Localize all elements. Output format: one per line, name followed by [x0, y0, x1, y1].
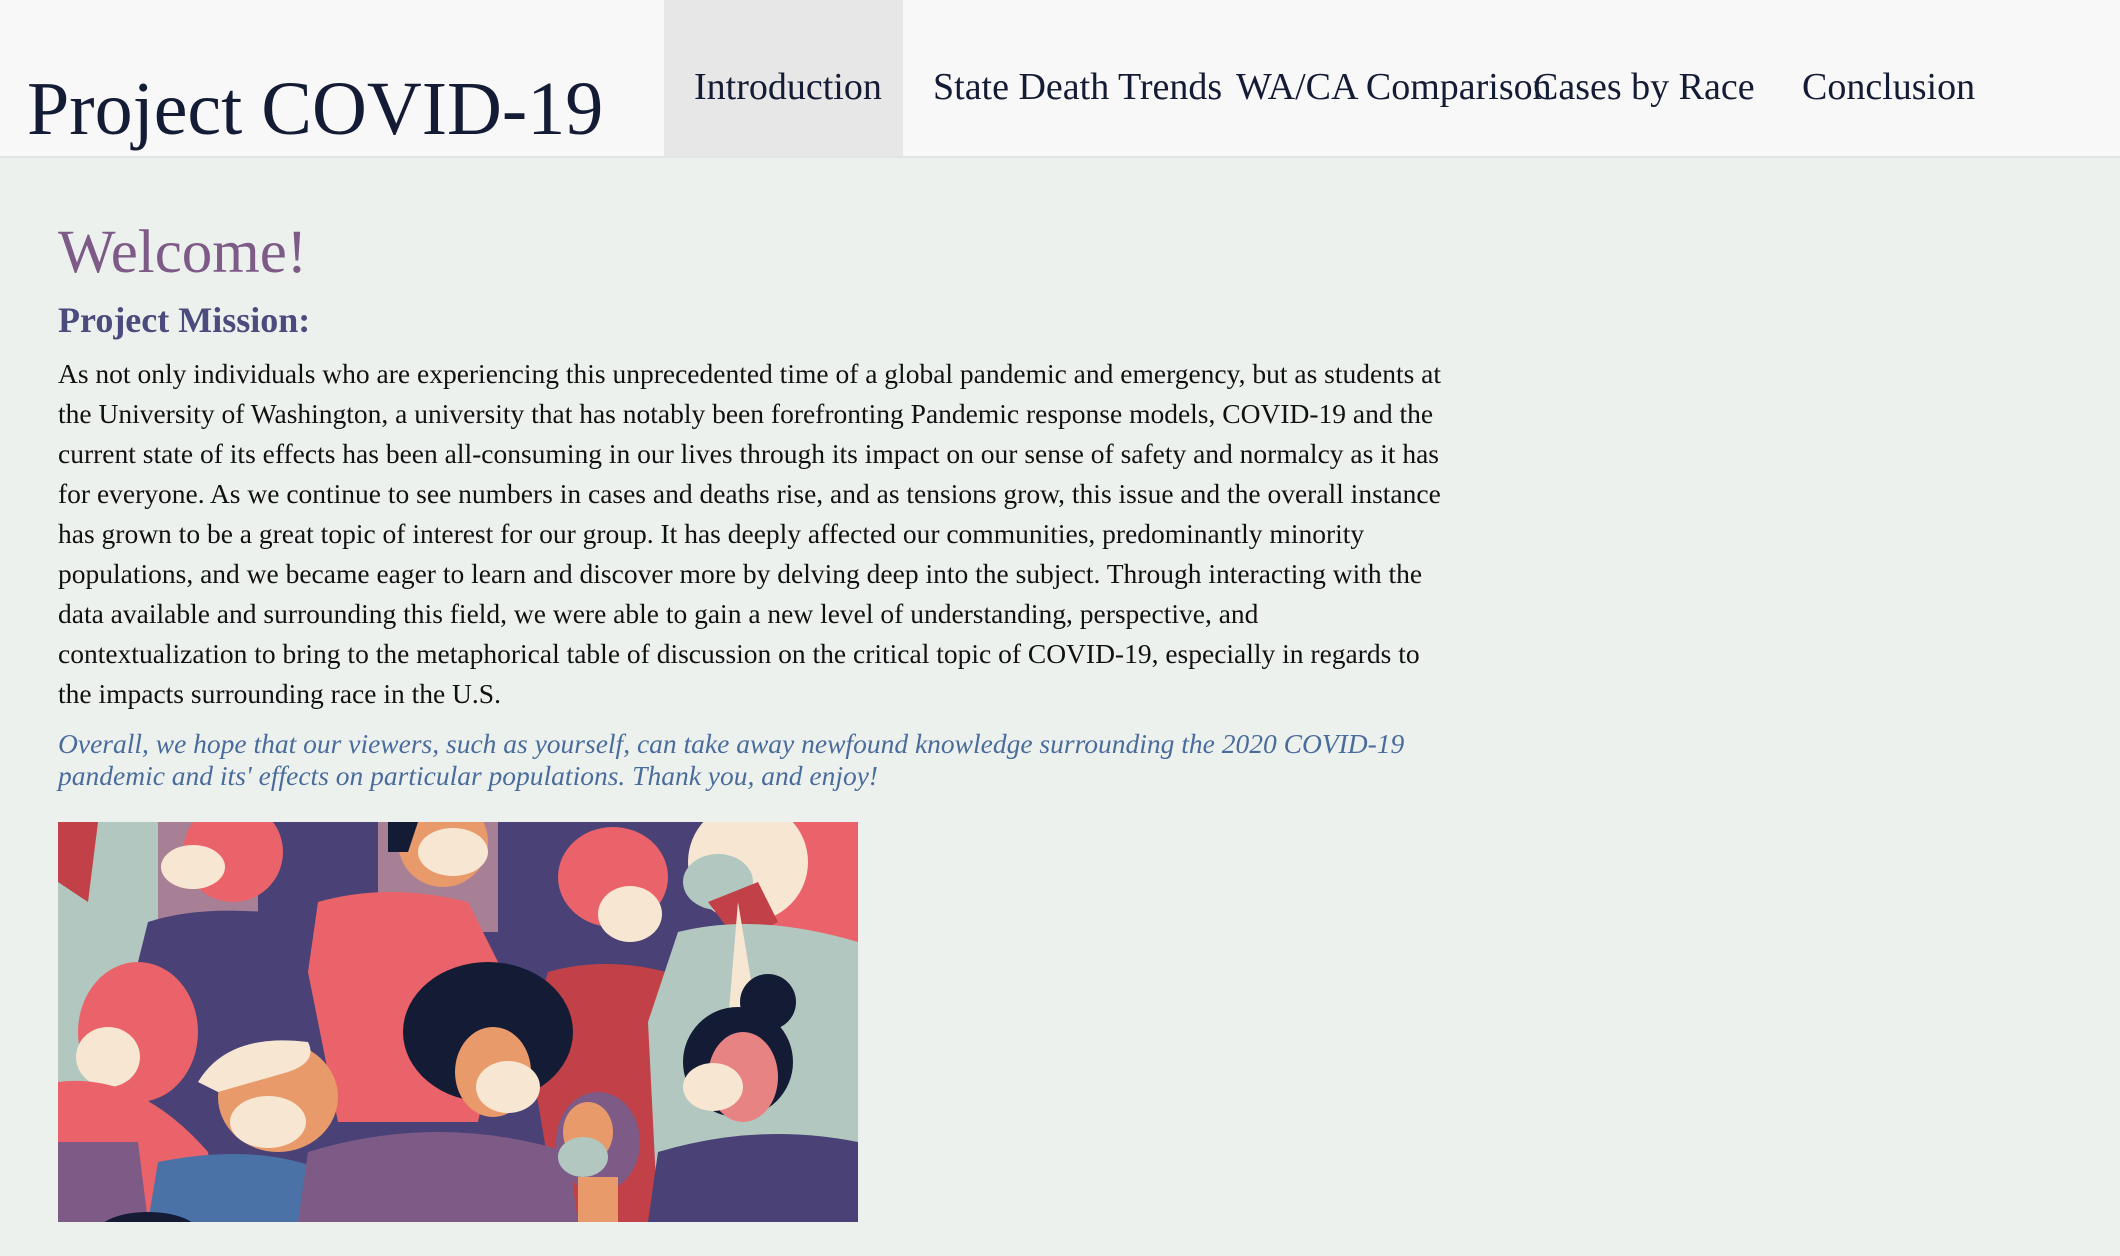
nav-item-wa-ca-comparison[interactable]: WA/CA Comparison [1206, 0, 1552, 156]
nav-item-cases-by-race[interactable]: Cases by Race [1503, 0, 1772, 156]
mission-paragraph: As not only individuals who are experien… [58, 358, 1442, 709]
nav-item-state-death-trends[interactable]: State Death Trends [903, 0, 1222, 156]
nav-menu: Introduction State Death Trends WA/CA Co… [664, 0, 1993, 156]
top-navbar: Project COVID-19 Introduction State Deat… [0, 0, 2120, 158]
nav-item-introduction[interactable]: Introduction [664, 0, 903, 156]
site-brand[interactable]: Project COVID-19 [27, 64, 603, 154]
section-subtitle: Project Mission: [58, 300, 311, 340]
closing-paragraph: Overall, we hope that our viewers, such … [58, 728, 1405, 791]
page-title: Welcome! [58, 219, 308, 286]
main-content: Welcome! Project Mission: As not only in… [58, 218, 1448, 792]
nav-item-conclusion[interactable]: Conclusion [1772, 0, 1993, 156]
crowd-illustration [58, 822, 858, 1222]
